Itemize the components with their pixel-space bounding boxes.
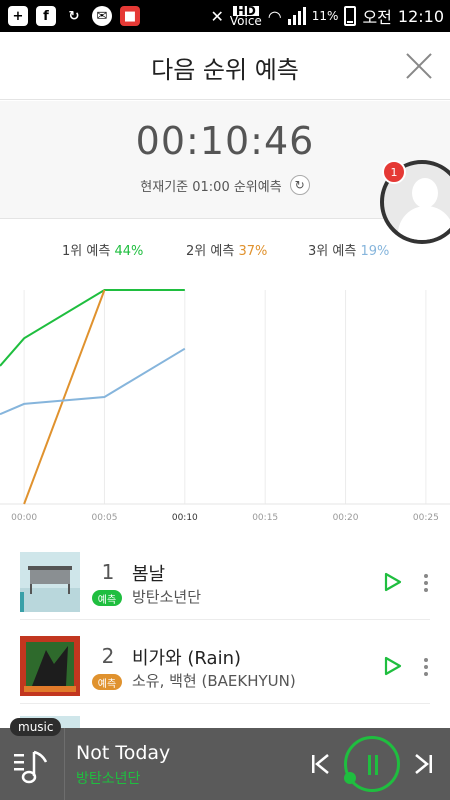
series-line-2	[23, 289, 106, 505]
player-divider	[64, 728, 65, 800]
x-tick-label: 00:10	[172, 513, 198, 523]
series-line-3	[0, 347, 186, 416]
playlist-music-icon[interactable]	[12, 746, 52, 786]
x-tick-label: 00:20	[333, 513, 359, 523]
header: 다음 순위 예측	[0, 32, 450, 100]
chart-legend: 1위 예측 44% 2위 예측 37% 3위 예측 19%	[0, 240, 450, 264]
legend-label-3: 3위 예측	[308, 244, 357, 259]
series-line-1	[0, 289, 185, 367]
avatar-body	[398, 206, 450, 240]
play-icon[interactable]	[384, 656, 402, 676]
ampm: 오전	[362, 8, 392, 27]
next-track-icon[interactable]	[412, 752, 434, 776]
clock: 12:10	[397, 6, 444, 26]
countdown-timer: 00:10:46	[135, 119, 315, 163]
x-tick-label: 00:05	[91, 513, 117, 523]
now-playing-title: Not Today	[76, 742, 171, 764]
list-item[interactable]: 1 예측 봄날 방탄소년단	[20, 540, 430, 620]
legend-percent-2: 37%	[238, 244, 268, 259]
more-options-icon[interactable]	[424, 574, 428, 594]
notification-badge: 1	[382, 160, 406, 184]
legend-percent-3: 19%	[360, 244, 390, 259]
notification-icons: + f ↻ ✉ ■	[8, 6, 140, 26]
x-tick-label: 00:15	[252, 513, 278, 523]
legend-label-2: 2위 예측	[186, 244, 235, 259]
refresh-app-icon: ↻	[68, 8, 80, 24]
mute-icon: ✕	[210, 6, 224, 26]
song-artist: 소유, 백현 (BAEKHYUN)	[132, 672, 296, 690]
refresh-icon[interactable]: ↻	[289, 175, 310, 195]
now-playing-artist: 방탄소년단	[76, 771, 141, 787]
song-artist: 방탄소년단	[132, 588, 202, 606]
play-icon[interactable]	[384, 572, 402, 592]
legend-label-1: 1위 예측	[62, 244, 111, 259]
predict-tag: 예측	[92, 590, 122, 606]
legend-percent-1: 44%	[114, 244, 144, 259]
rank-number: 1	[101, 560, 115, 584]
basis-text: 현재기준 01:00 순위예측	[140, 179, 282, 195]
wifi-icon: ◠	[267, 6, 282, 26]
legend-item-3: 3위 예측 19%	[308, 240, 389, 259]
app-notification-icon: ■	[120, 6, 140, 26]
legend-item-1: 1위 예측 44%	[62, 240, 143, 259]
plus-icon: +	[8, 6, 28, 26]
prediction-line-chart: 00:00 00:05 00:10 00:15 00:20 00:25	[0, 289, 450, 523]
list-item[interactable]: 2 예측 비가와 (Rain) 소유, 백현 (BAEKHYUN)	[20, 624, 430, 704]
song-title[interactable]: 봄날	[132, 560, 165, 586]
mini-player[interactable]: music Not Today 방탄소년단	[0, 718, 450, 800]
avatar-head	[412, 178, 438, 208]
voice-label: Voice	[229, 14, 262, 28]
x-tick-label: 00:00	[11, 513, 37, 523]
battery-icon	[344, 6, 357, 26]
signal-icon	[287, 7, 306, 25]
rank-number: 2	[101, 644, 115, 668]
more-options-icon[interactable]	[424, 658, 428, 678]
messenger-icon: ✉	[92, 6, 112, 26]
album-cover-2	[20, 636, 80, 696]
song-title[interactable]: 비가와 (Rain)	[132, 644, 241, 670]
status-bar: + f ↻ ✉ ■ ✕ HD Voice ◠ 11% 오전 12:10	[0, 0, 450, 32]
page-title: 다음 순위 예측	[151, 56, 299, 84]
close-icon[interactable]	[406, 52, 432, 78]
music-tag: music	[10, 718, 62, 736]
facebook-icon: f	[36, 6, 56, 26]
pause-button[interactable]	[344, 736, 400, 792]
legend-item-2: 2위 예측 37%	[186, 240, 267, 259]
previous-track-icon[interactable]	[310, 752, 332, 776]
battery-percent: 11%	[311, 9, 339, 23]
x-tick-label: 00:25	[413, 513, 439, 523]
album-cover-1	[20, 552, 80, 612]
predict-tag: 예측	[92, 674, 122, 690]
progress-dot	[344, 772, 356, 784]
